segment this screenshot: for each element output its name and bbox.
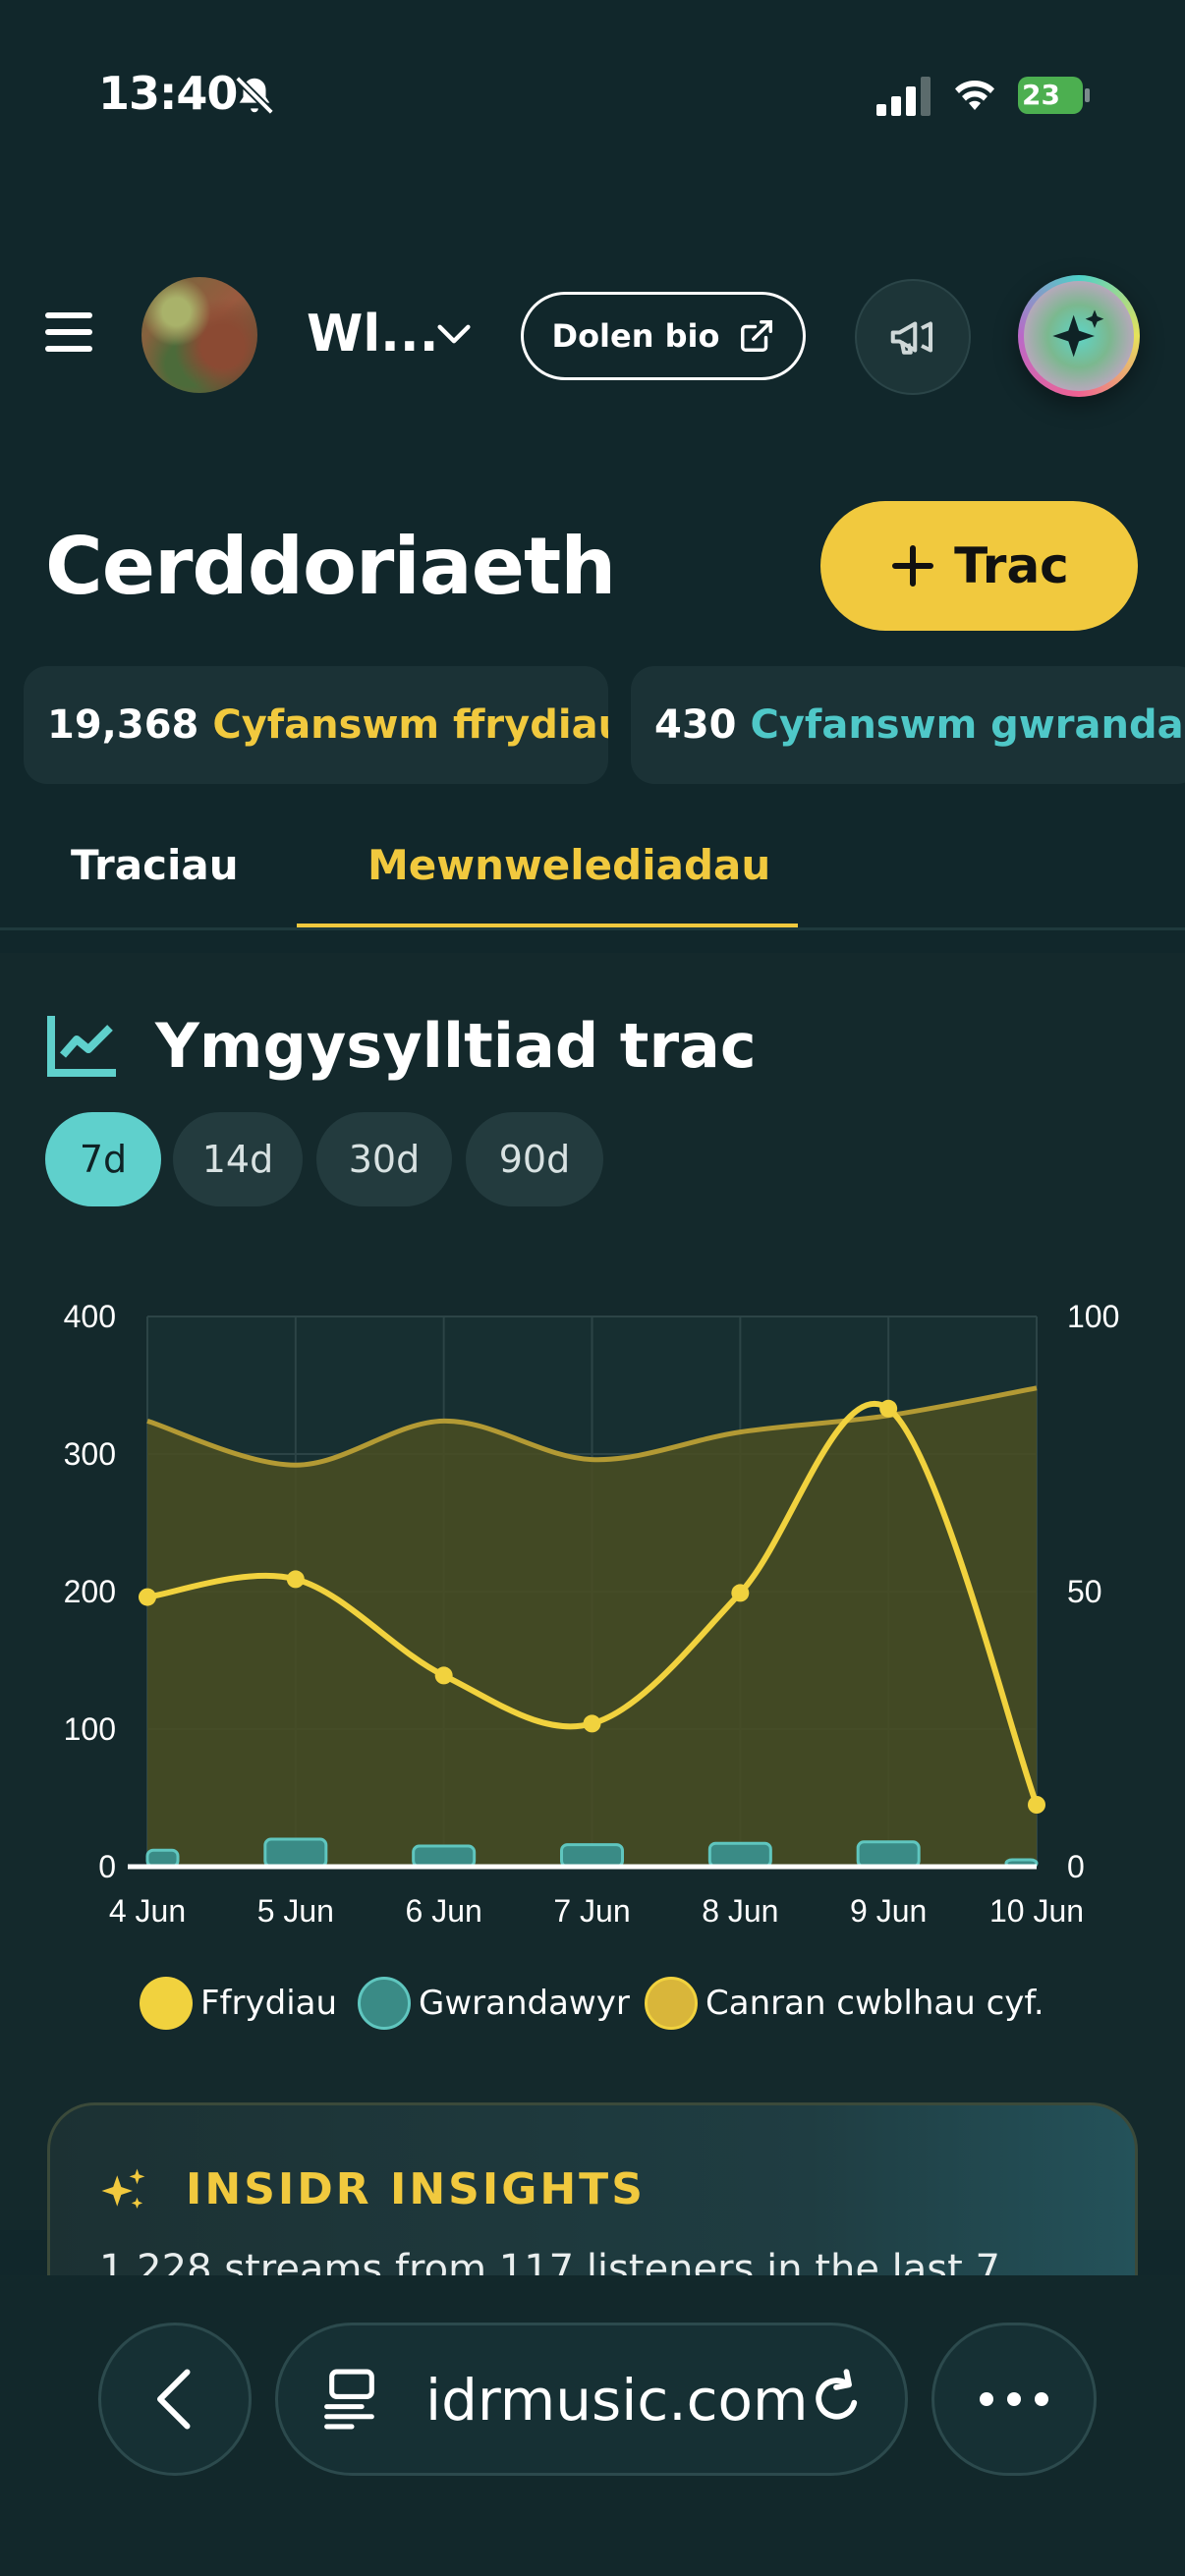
- x-tick-label: 7 Jun: [553, 1893, 630, 1929]
- engagement-chart: 0 100 200 300 400 0 50 100 4 Jun 5 Jun 6 Jun 7 Jun 8…: [64, 1299, 1120, 1929]
- more-dot: [1007, 2392, 1021, 2406]
- x-tick-label: 10 Jun: [989, 1893, 1084, 1929]
- tab-divider: [0, 927, 1185, 930]
- y-left-tick-label: 200: [64, 1574, 116, 1609]
- legend-item-listeners[interactable]: Gwrandawyr: [358, 1977, 630, 2030]
- tab-insights[interactable]: Mewnwelediadau: [367, 841, 770, 889]
- stat-label: Cyfanswm gwrandaw: [750, 702, 1185, 748]
- stat-label: Cyfanswm ffrydiau: [212, 702, 608, 748]
- avatar[interactable]: [141, 277, 257, 393]
- legend-swatch: [645, 1977, 698, 2030]
- streams-point: [879, 1399, 898, 1418]
- battery-level: 23: [1022, 79, 1060, 111]
- battery-icon: 23: [1018, 77, 1093, 114]
- stat-total-streams: 19,368 Cyfanswm ffrydiau: [24, 666, 608, 784]
- page-title: Cerddoriaeth: [45, 521, 616, 612]
- chevron-left-icon: [157, 2369, 191, 2430]
- more-dot: [1035, 2392, 1048, 2406]
- range-chip-30d[interactable]: 30d: [316, 1112, 452, 1206]
- listeners-bar: [263, 1837, 328, 1869]
- hamburger-menu-icon[interactable]: [45, 312, 92, 352]
- megaphone-icon: [890, 321, 933, 355]
- plus-icon: [892, 545, 934, 587]
- add-track-button[interactable]: Trac: [820, 501, 1138, 631]
- more-options-button[interactable]: [931, 2323, 1097, 2476]
- legend-label: Ffrydiau: [200, 1984, 338, 2023]
- address-bar[interactable]: idrmusic.com: [275, 2323, 908, 2476]
- legend-label: Canran cwblhau cyf.: [705, 1984, 1044, 2023]
- legend-item-streams[interactable]: Ffrydiau: [140, 1977, 337, 2030]
- streams-point: [1028, 1796, 1045, 1814]
- bio-link-button[interactable]: Dolen bio: [521, 292, 806, 380]
- line-chart-icon: [47, 1016, 116, 1077]
- streams-point: [434, 1666, 453, 1685]
- range-chip-7d[interactable]: 7d: [45, 1112, 161, 1206]
- tab-active-indicator: [297, 924, 798, 927]
- more-dot: [980, 2392, 993, 2406]
- account-name[interactable]: Wl...: [307, 305, 438, 364]
- x-tick-label: 9 Jun: [850, 1893, 927, 1929]
- streams-point: [583, 1714, 601, 1733]
- range-chip-14d[interactable]: 14d: [173, 1112, 303, 1206]
- url-text: idrmusic.com: [425, 2367, 809, 2434]
- bell-off-icon: [235, 76, 274, 115]
- external-link-icon: [740, 320, 772, 352]
- range-chip-90d[interactable]: 90d: [466, 1112, 603, 1206]
- y-right-tick-label: 0: [1067, 1849, 1085, 1884]
- chart-legend: Ffrydiau Gwrandawyr Canran cwblhau cyf.: [0, 1977, 1185, 2036]
- tab-tracks[interactable]: Traciau: [71, 841, 239, 889]
- stat-value: 430: [654, 702, 737, 748]
- legend-swatch: [140, 1977, 193, 2030]
- signal-icon: [876, 77, 931, 116]
- bio-link-label: Dolen bio: [551, 317, 720, 355]
- add-track-label: Trac: [954, 537, 1069, 594]
- legend-item-completion-rate[interactable]: Canran cwblhau cyf.: [645, 1977, 1044, 2030]
- sparkles-icon: [101, 2168, 145, 2209]
- y-left-tick-label: 400: [64, 1299, 116, 1334]
- ai-assistant-button[interactable]: [1018, 275, 1140, 397]
- listeners-bar: [856, 1840, 921, 1869]
- y-right-tick-label: 100: [1067, 1299, 1119, 1334]
- x-tick-label: 8 Jun: [702, 1893, 778, 1929]
- x-tick-label: 5 Jun: [257, 1893, 334, 1929]
- listeners-bar: [707, 1841, 772, 1869]
- y-left-tick-label: 0: [98, 1849, 116, 1884]
- listeners-bar: [560, 1843, 624, 1869]
- status-time: 13:40: [98, 67, 238, 120]
- stat-value: 19,368: [47, 702, 199, 748]
- legend-swatch: [358, 1977, 411, 2030]
- chevron-down-icon[interactable]: [432, 316, 476, 352]
- stat-total-listeners: 430 Cyfanswm gwrandaw: [631, 666, 1185, 784]
- insights-title: INSIDR INSIGHTS: [186, 2164, 646, 2214]
- x-tick-label: 4 Jun: [109, 1893, 186, 1929]
- listeners-bar: [145, 1848, 180, 1869]
- sparkle-icon: [1052, 309, 1104, 358]
- streams-point: [731, 1584, 750, 1602]
- y-right-tick-label: 50: [1067, 1574, 1102, 1609]
- streams-point: [139, 1588, 156, 1606]
- reload-icon[interactable]: [805, 2367, 868, 2434]
- listeners-bar: [412, 1844, 477, 1869]
- page-menu-icon[interactable]: [321, 2367, 382, 2432]
- streams-point: [286, 1570, 305, 1589]
- y-left-tick-label: 100: [64, 1711, 116, 1747]
- back-button[interactable]: [98, 2323, 252, 2476]
- legend-label: Gwrandawyr: [419, 1984, 630, 2023]
- announcements-button[interactable]: [855, 279, 971, 395]
- section-title: Ymgysylltiad trac: [155, 1010, 757, 1082]
- x-tick-label: 6 Jun: [406, 1893, 482, 1929]
- y-left-tick-label: 300: [64, 1436, 116, 1472]
- wifi-icon: [955, 80, 994, 110]
